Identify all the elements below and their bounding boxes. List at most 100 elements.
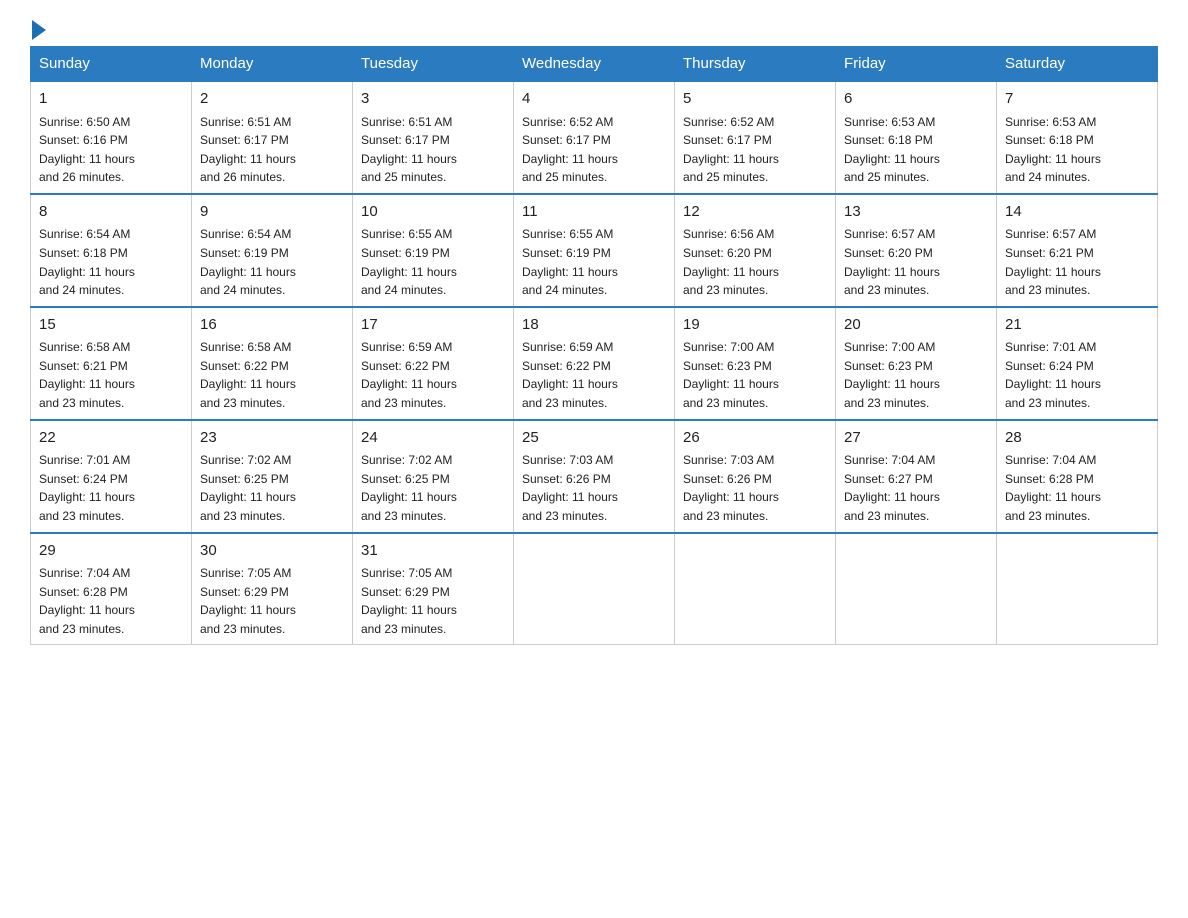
calendar-day-cell: 6Sunrise: 6:53 AMSunset: 6:18 PMDaylight…	[836, 81, 997, 194]
day-number: 18	[522, 314, 666, 337]
day-info: Sunrise: 7:03 AMSunset: 6:26 PMDaylight:…	[522, 451, 666, 525]
day-number: 8	[39, 201, 183, 224]
day-number: 25	[522, 427, 666, 450]
day-info: Sunrise: 6:51 AMSunset: 6:17 PMDaylight:…	[200, 113, 344, 187]
day-number: 17	[361, 314, 505, 337]
day-info: Sunrise: 6:59 AMSunset: 6:22 PMDaylight:…	[522, 338, 666, 412]
calendar-header-row: SundayMondayTuesdayWednesdayThursdayFrid…	[31, 47, 1158, 82]
day-number: 14	[1005, 201, 1149, 224]
day-number: 21	[1005, 314, 1149, 337]
day-info: Sunrise: 6:53 AMSunset: 6:18 PMDaylight:…	[1005, 113, 1149, 187]
day-number: 30	[200, 540, 344, 563]
calendar-day-cell: 18Sunrise: 6:59 AMSunset: 6:22 PMDayligh…	[514, 307, 675, 420]
calendar-day-cell: 28Sunrise: 7:04 AMSunset: 6:28 PMDayligh…	[997, 420, 1158, 533]
page-header	[30, 20, 1158, 36]
day-number: 1	[39, 88, 183, 111]
day-number: 2	[200, 88, 344, 111]
calendar-day-cell	[514, 533, 675, 645]
day-info: Sunrise: 6:51 AMSunset: 6:17 PMDaylight:…	[361, 113, 505, 187]
calendar-day-cell: 27Sunrise: 7:04 AMSunset: 6:27 PMDayligh…	[836, 420, 997, 533]
day-info: Sunrise: 6:56 AMSunset: 6:20 PMDaylight:…	[683, 225, 827, 299]
calendar-day-cell: 19Sunrise: 7:00 AMSunset: 6:23 PMDayligh…	[675, 307, 836, 420]
day-number: 12	[683, 201, 827, 224]
calendar-table: SundayMondayTuesdayWednesdayThursdayFrid…	[30, 46, 1158, 645]
logo-triangle-icon	[32, 20, 46, 40]
calendar-week-row: 15Sunrise: 6:58 AMSunset: 6:21 PMDayligh…	[31, 307, 1158, 420]
day-number: 26	[683, 427, 827, 450]
day-number: 22	[39, 427, 183, 450]
day-info: Sunrise: 7:03 AMSunset: 6:26 PMDaylight:…	[683, 451, 827, 525]
calendar-day-cell: 25Sunrise: 7:03 AMSunset: 6:26 PMDayligh…	[514, 420, 675, 533]
day-number: 6	[844, 88, 988, 111]
day-info: Sunrise: 6:55 AMSunset: 6:19 PMDaylight:…	[522, 225, 666, 299]
day-number: 11	[522, 201, 666, 224]
day-number: 3	[361, 88, 505, 111]
day-info: Sunrise: 6:55 AMSunset: 6:19 PMDaylight:…	[361, 225, 505, 299]
day-info: Sunrise: 7:04 AMSunset: 6:28 PMDaylight:…	[39, 564, 183, 638]
day-info: Sunrise: 7:04 AMSunset: 6:27 PMDaylight:…	[844, 451, 988, 525]
column-header-sunday: Sunday	[31, 47, 192, 82]
day-info: Sunrise: 6:53 AMSunset: 6:18 PMDaylight:…	[844, 113, 988, 187]
calendar-day-cell: 11Sunrise: 6:55 AMSunset: 6:19 PMDayligh…	[514, 194, 675, 307]
calendar-day-cell: 14Sunrise: 6:57 AMSunset: 6:21 PMDayligh…	[997, 194, 1158, 307]
day-number: 23	[200, 427, 344, 450]
calendar-day-cell: 10Sunrise: 6:55 AMSunset: 6:19 PMDayligh…	[353, 194, 514, 307]
day-info: Sunrise: 7:02 AMSunset: 6:25 PMDaylight:…	[200, 451, 344, 525]
calendar-day-cell: 7Sunrise: 6:53 AMSunset: 6:18 PMDaylight…	[997, 81, 1158, 194]
calendar-day-cell: 26Sunrise: 7:03 AMSunset: 6:26 PMDayligh…	[675, 420, 836, 533]
calendar-day-cell: 8Sunrise: 6:54 AMSunset: 6:18 PMDaylight…	[31, 194, 192, 307]
calendar-week-row: 8Sunrise: 6:54 AMSunset: 6:18 PMDaylight…	[31, 194, 1158, 307]
column-header-tuesday: Tuesday	[353, 47, 514, 82]
day-info: Sunrise: 6:54 AMSunset: 6:18 PMDaylight:…	[39, 225, 183, 299]
day-info: Sunrise: 6:59 AMSunset: 6:22 PMDaylight:…	[361, 338, 505, 412]
day-info: Sunrise: 7:00 AMSunset: 6:23 PMDaylight:…	[683, 338, 827, 412]
calendar-day-cell: 29Sunrise: 7:04 AMSunset: 6:28 PMDayligh…	[31, 533, 192, 645]
day-info: Sunrise: 7:05 AMSunset: 6:29 PMDaylight:…	[361, 564, 505, 638]
calendar-day-cell: 16Sunrise: 6:58 AMSunset: 6:22 PMDayligh…	[192, 307, 353, 420]
day-number: 15	[39, 314, 183, 337]
day-number: 4	[522, 88, 666, 111]
day-number: 24	[361, 427, 505, 450]
day-number: 31	[361, 540, 505, 563]
calendar-week-row: 22Sunrise: 7:01 AMSunset: 6:24 PMDayligh…	[31, 420, 1158, 533]
calendar-day-cell: 2Sunrise: 6:51 AMSunset: 6:17 PMDaylight…	[192, 81, 353, 194]
calendar-day-cell: 15Sunrise: 6:58 AMSunset: 6:21 PMDayligh…	[31, 307, 192, 420]
calendar-day-cell: 12Sunrise: 6:56 AMSunset: 6:20 PMDayligh…	[675, 194, 836, 307]
calendar-day-cell: 23Sunrise: 7:02 AMSunset: 6:25 PMDayligh…	[192, 420, 353, 533]
calendar-day-cell: 17Sunrise: 6:59 AMSunset: 6:22 PMDayligh…	[353, 307, 514, 420]
calendar-day-cell	[836, 533, 997, 645]
calendar-day-cell: 21Sunrise: 7:01 AMSunset: 6:24 PMDayligh…	[997, 307, 1158, 420]
day-number: 9	[200, 201, 344, 224]
day-info: Sunrise: 6:52 AMSunset: 6:17 PMDaylight:…	[683, 113, 827, 187]
calendar-day-cell	[997, 533, 1158, 645]
column-header-friday: Friday	[836, 47, 997, 82]
day-info: Sunrise: 6:57 AMSunset: 6:21 PMDaylight:…	[1005, 225, 1149, 299]
calendar-week-row: 29Sunrise: 7:04 AMSunset: 6:28 PMDayligh…	[31, 533, 1158, 645]
day-info: Sunrise: 6:58 AMSunset: 6:21 PMDaylight:…	[39, 338, 183, 412]
day-info: Sunrise: 7:02 AMSunset: 6:25 PMDaylight:…	[361, 451, 505, 525]
day-info: Sunrise: 6:58 AMSunset: 6:22 PMDaylight:…	[200, 338, 344, 412]
calendar-day-cell: 13Sunrise: 6:57 AMSunset: 6:20 PMDayligh…	[836, 194, 997, 307]
day-info: Sunrise: 7:04 AMSunset: 6:28 PMDaylight:…	[1005, 451, 1149, 525]
day-info: Sunrise: 6:57 AMSunset: 6:20 PMDaylight:…	[844, 225, 988, 299]
day-number: 10	[361, 201, 505, 224]
day-number: 13	[844, 201, 988, 224]
logo	[30, 20, 46, 36]
day-info: Sunrise: 6:54 AMSunset: 6:19 PMDaylight:…	[200, 225, 344, 299]
day-number: 29	[39, 540, 183, 563]
day-info: Sunrise: 6:50 AMSunset: 6:16 PMDaylight:…	[39, 113, 183, 187]
day-info: Sunrise: 7:01 AMSunset: 6:24 PMDaylight:…	[39, 451, 183, 525]
calendar-day-cell: 20Sunrise: 7:00 AMSunset: 6:23 PMDayligh…	[836, 307, 997, 420]
calendar-day-cell: 5Sunrise: 6:52 AMSunset: 6:17 PMDaylight…	[675, 81, 836, 194]
calendar-day-cell: 4Sunrise: 6:52 AMSunset: 6:17 PMDaylight…	[514, 81, 675, 194]
day-number: 16	[200, 314, 344, 337]
day-number: 7	[1005, 88, 1149, 111]
day-number: 20	[844, 314, 988, 337]
calendar-day-cell	[675, 533, 836, 645]
calendar-day-cell: 1Sunrise: 6:50 AMSunset: 6:16 PMDaylight…	[31, 81, 192, 194]
column-header-saturday: Saturday	[997, 47, 1158, 82]
calendar-day-cell: 9Sunrise: 6:54 AMSunset: 6:19 PMDaylight…	[192, 194, 353, 307]
day-info: Sunrise: 6:52 AMSunset: 6:17 PMDaylight:…	[522, 113, 666, 187]
column-header-monday: Monday	[192, 47, 353, 82]
day-info: Sunrise: 7:01 AMSunset: 6:24 PMDaylight:…	[1005, 338, 1149, 412]
